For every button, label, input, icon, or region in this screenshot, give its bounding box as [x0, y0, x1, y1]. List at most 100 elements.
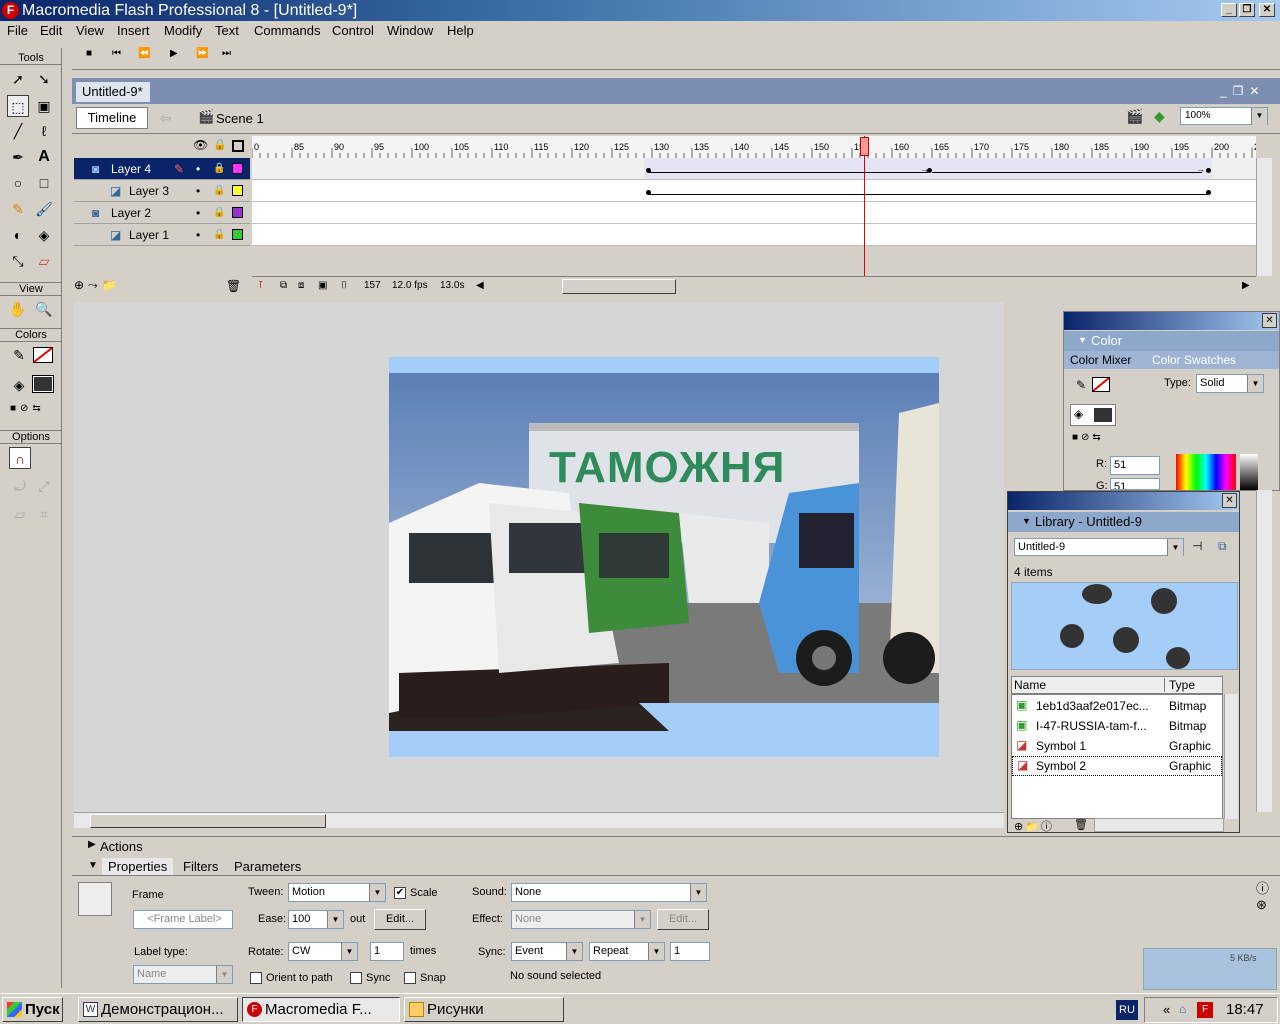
scale-icon[interactable]: ⤢	[33, 475, 55, 497]
edit-scene-icon[interactable]: 🎬	[1126, 108, 1143, 125]
menu-help[interactable]: Help	[447, 23, 474, 38]
layer-color-swatch[interactable]	[232, 163, 243, 174]
scroll-right-icon[interactable]: ▶	[1242, 280, 1250, 291]
rotate-skew-icon[interactable]: ⤾	[9, 475, 31, 497]
fill-transform-tool-icon[interactable]: ▣	[33, 95, 55, 117]
eyedropper-tool-icon[interactable]: ⤡	[7, 250, 29, 272]
hand-tool-icon[interactable]: ✋	[7, 298, 29, 320]
frame-row-3[interactable]	[252, 180, 1256, 202]
frame-row-4[interactable]: → →	[252, 158, 1256, 180]
onion-skin-icon[interactable]: ⧉	[280, 280, 287, 291]
layer-color-swatch[interactable]	[232, 207, 243, 218]
paint-bucket-tool-icon[interactable]: ◈	[33, 224, 55, 246]
layer-color-swatch[interactable]	[232, 229, 243, 240]
fill-type-select[interactable]: Solid	[1196, 374, 1264, 393]
visibility-dot[interactable]: •	[196, 158, 200, 180]
tween-select[interactable]: Motion	[288, 883, 386, 902]
flash-tray-icon[interactable]: F	[1197, 1002, 1213, 1018]
repeat-select[interactable]: Repeat	[589, 942, 665, 961]
fill-color-swatch[interactable]	[32, 375, 54, 393]
library-hscroll[interactable]	[1094, 818, 1224, 832]
layer-row-1[interactable]: ◪ Layer 1 • 🔒	[74, 224, 250, 246]
minimize-button[interactable]: _	[1221, 3, 1237, 17]
collapse-arrow-icon[interactable]: ▼	[88, 860, 98, 871]
library-document-select[interactable]: Untitled-9	[1014, 538, 1184, 556]
outline-icon[interactable]	[232, 140, 244, 152]
back-arrow-icon[interactable]: ⇦	[160, 110, 172, 127]
taskbar-button-folder[interactable]: Рисунки	[404, 997, 564, 1022]
library-item-selected[interactable]: ◪ Symbol 2 Graphic	[1012, 756, 1222, 776]
playhead[interactable]	[864, 136, 865, 276]
repeat-count-input[interactable]: 1	[670, 942, 710, 961]
eye-icon[interactable]: 👁	[193, 138, 208, 152]
lasso-tool-icon[interactable]: ℓ	[33, 120, 55, 142]
step-forward-button[interactable]: ⏩	[196, 48, 208, 59]
library-vscroll[interactable]	[1224, 694, 1238, 819]
sound-select[interactable]: None	[511, 883, 707, 902]
effect-select[interactable]: None	[511, 910, 651, 929]
new-library-icon[interactable]: ⧉	[1218, 539, 1227, 554]
step-back-button[interactable]: ⏪	[138, 48, 150, 59]
stroke-swatch[interactable]	[1092, 377, 1110, 392]
language-indicator[interactable]: RU	[1116, 1000, 1138, 1020]
oval-tool-icon[interactable]: ○	[7, 172, 29, 194]
fill-color-icon[interactable]: ◈	[8, 374, 30, 396]
column-type-header[interactable]: Type	[1164, 678, 1195, 692]
stage-scroll-thumb[interactable]	[90, 814, 326, 828]
frame-row-1[interactable]	[252, 224, 1256, 246]
maximize-button[interactable]: ❐	[1239, 3, 1255, 17]
visibility-dot[interactable]: •	[196, 224, 200, 246]
document-tab[interactable]: Untitled-9*	[76, 82, 150, 102]
envelope-icon[interactable]: ⌗	[33, 503, 55, 525]
brush-tool-icon[interactable]: 🖌	[33, 198, 55, 220]
stroke-color-icon[interactable]: ✎	[8, 344, 30, 366]
library-item[interactable]: ◪ Symbol 1 Graphic	[1012, 736, 1222, 756]
lock-icon[interactable]: 🔒	[213, 202, 225, 224]
accessibility-icon[interactable]: ⊛	[1256, 897, 1267, 913]
color-spectrum[interactable]	[1176, 454, 1236, 490]
timeline-vscroll[interactable]	[1256, 158, 1272, 276]
layer-row-2[interactable]: ◙ Layer 2 • 🔒	[74, 202, 250, 224]
playhead-marker[interactable]	[860, 137, 869, 156]
text-tool-icon[interactable]: A	[33, 146, 55, 168]
menu-window[interactable]: Window	[387, 23, 433, 38]
panel-expand-icon[interactable]: ▼	[1078, 335, 1087, 345]
red-input[interactable]: 51	[1110, 456, 1160, 475]
snap-checkbox[interactable]	[404, 972, 416, 984]
tab-color-mixer[interactable]: Color Mixer	[1070, 353, 1131, 367]
ease-input[interactable]: 100	[288, 910, 344, 929]
onion-outline-icon[interactable]: ⧈	[298, 280, 304, 291]
layer-row-3[interactable]: ◪ Layer 3 • 🔒	[74, 180, 250, 202]
pin-icon[interactable]: ⊣	[1192, 539, 1202, 553]
rotate-times-input[interactable]: 1	[370, 942, 404, 961]
rectangle-tool-icon[interactable]: □	[33, 172, 55, 194]
fill-swatch[interactable]	[1094, 408, 1112, 422]
add-layer-icons[interactable]: ⊕⤳📁	[74, 278, 121, 293]
brightness-slider[interactable]	[1240, 454, 1258, 490]
arrow-tool-icon[interactable]: ➚	[7, 68, 29, 90]
ink-bottle-tool-icon[interactable]: ◐	[7, 224, 29, 246]
color-panel-close[interactable]: ✕	[1262, 313, 1277, 328]
scale-checkbox[interactable]: ✔	[394, 887, 406, 899]
frame-ruler[interactable]: 0 85 90 95 100 105 110 115 120 125 130 135 140 145 150…	[252, 136, 1256, 158]
orient-to-path-checkbox[interactable]	[250, 972, 262, 984]
stop-button[interactable]: ■	[86, 48, 92, 59]
color-swap-icons[interactable]: ■⊘⇆	[10, 403, 45, 414]
sync-checkbox[interactable]	[350, 972, 362, 984]
tray-expand-icon[interactable]: «	[1163, 1002, 1170, 1017]
menu-insert[interactable]: Insert	[117, 23, 150, 38]
distort-icon[interactable]: ▱	[9, 503, 31, 525]
lock-icon[interactable]: 🔒	[213, 180, 225, 202]
play-button[interactable]: ▶	[170, 48, 178, 59]
lock-icon[interactable]: 🔒	[213, 138, 227, 151]
help-icon[interactable]: ⓘ	[1256, 878, 1269, 897]
visibility-dot[interactable]: •	[196, 180, 200, 202]
eraser-tool-icon[interactable]: ▱	[33, 250, 55, 272]
library-item[interactable]: ▣ I-47-RUSSIA-tam-f... Bitmap	[1012, 716, 1222, 736]
lock-icon[interactable]: 🔒	[213, 224, 225, 246]
panel-expand-icon[interactable]: ▼	[1022, 516, 1031, 526]
onion-markers-icon[interactable]: ⌷	[341, 280, 347, 291]
sync-select[interactable]: Event	[511, 942, 583, 961]
tab-parameters[interactable]: Parameters	[234, 859, 301, 874]
zoom-select[interactable]: 100%	[1180, 107, 1268, 125]
